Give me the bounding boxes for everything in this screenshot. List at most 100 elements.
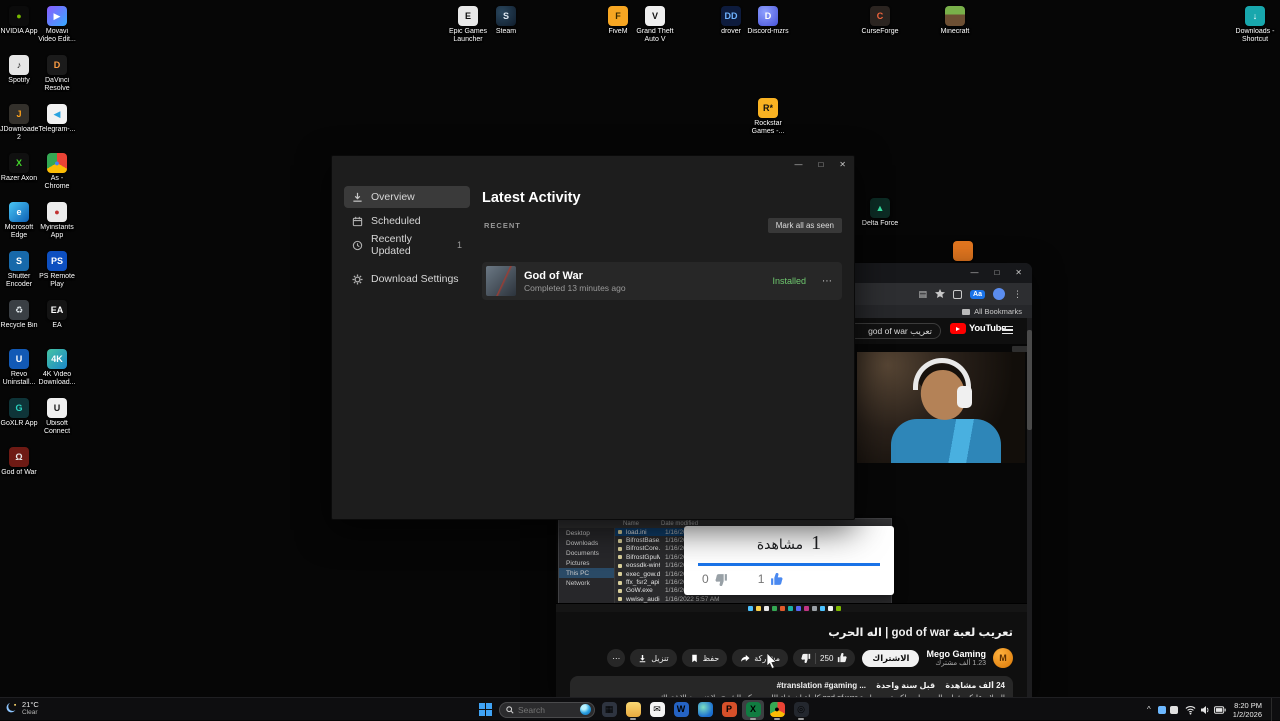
all-bookmarks-button[interactable]: All Bookmarks (974, 307, 1022, 316)
desktop-icon[interactable]: C CurseForge (857, 6, 903, 36)
minimize-icon[interactable]: — (794, 161, 802, 169)
tray-app-icon[interactable] (1170, 706, 1178, 714)
activity-row[interactable]: God of War Completed 13 minutes ago Inst… (482, 262, 842, 300)
video-taskbar-icon (764, 606, 769, 611)
desktop-icon-label: Shutter Encoder (0, 273, 38, 288)
download-button[interactable]: تنزيل (630, 649, 676, 667)
side-panel-icon[interactable]: ▤ (919, 289, 928, 300)
file-name: GoW.exe (626, 587, 660, 594)
like-thumb-icon[interactable] (837, 653, 847, 663)
close-icon[interactable]: ✕ (1015, 269, 1022, 277)
channel-avatar[interactable]: M (993, 648, 1013, 668)
extensions-puzzle-icon[interactable] (953, 290, 962, 299)
taskbar-app-icon[interactable] (694, 700, 716, 720)
channel-info[interactable]: Mego Gaming 1.23 ألف مشترك (926, 649, 986, 667)
taskbar-app-icon[interactable]: ● (766, 700, 788, 720)
row-menu-icon[interactable]: ⋯ (822, 276, 832, 287)
description-hashtags[interactable]: #translation #gaming ... (777, 681, 866, 690)
desktop-icon[interactable]: ● NVIDIA App (0, 6, 38, 55)
desktop-icon-glyph: X (16, 159, 22, 168)
desktop-icon[interactable]: Minecraft (932, 6, 978, 36)
sidebar-item-download-settings[interactable]: Download Settings (344, 268, 470, 290)
desktop-icon[interactable]: V Grand Theft Auto V (632, 6, 678, 43)
taskbar-app-icon[interactable]: ◎ (790, 700, 812, 720)
desktop-icon-glyph: J (16, 110, 21, 119)
desktop-icon[interactable]: X Razer Axon (0, 153, 38, 202)
desktop-icon-glyph: C (877, 12, 884, 21)
desktop-icon[interactable]: ♪ Spotify (0, 55, 38, 104)
sidebar-item-recently-updated[interactable]: Recently Updated 1 (344, 234, 470, 256)
desktop-icon-image: EA (47, 300, 67, 320)
more-actions-button[interactable]: ⋯ (607, 649, 625, 667)
youtube-logo[interactable]: YouTube (950, 323, 1006, 334)
start-button[interactable] (474, 700, 496, 720)
desktop-icon[interactable]: R* Rockstar Games -... (745, 98, 791, 135)
headphones-earcup (957, 386, 972, 408)
page-scrollbar[interactable] (1027, 318, 1032, 697)
desktop-icon-image (953, 241, 973, 261)
weather-widget[interactable]: 21°C Clear (5, 700, 39, 717)
app-icon-image: P (722, 702, 737, 717)
desktop-icon[interactable]: S Steam (483, 6, 529, 36)
desktop-icon-grid: ● NVIDIA App ♪ Spotify J JDownloader 2 X… (0, 6, 76, 496)
desktop-icon[interactable]: PS PS Remote Play (38, 251, 76, 300)
save-button[interactable]: حفظ (682, 649, 728, 667)
desktop-icon[interactable]: e Microsoft Edge (0, 202, 38, 251)
clock-widget[interactable]: 8:20 PM 1/2/2026 (1233, 701, 1262, 719)
taskbar-app-icon[interactable]: P (718, 700, 740, 720)
desktop-icon[interactable]: ▲ Delta Force (857, 198, 903, 228)
desktop-icon[interactable]: U Ubisoft Connect (38, 398, 76, 447)
mark-all-as-seen-button[interactable]: Mark all as seen (768, 218, 842, 233)
dislike-thumb-icon[interactable] (801, 653, 811, 663)
desktop-icon[interactable]: ♻ Recycle Bin (0, 300, 38, 349)
desktop-icon[interactable]: J JDownloader 2 (0, 104, 38, 153)
taskbar-search-input[interactable] (518, 705, 576, 715)
desktop-icon[interactable]: 4K 4K Video Download... (38, 349, 76, 398)
tray-app-icon[interactable] (1158, 706, 1166, 714)
description-box[interactable]: 24 ألف مشاهدة قبل سنة واحدة #translation… (570, 676, 1013, 697)
desktop-icon[interactable]: Ω God of War (0, 447, 38, 496)
browser-menu-icon[interactable]: ⋮ (1013, 289, 1022, 300)
desktop-icon[interactable] (940, 241, 986, 263)
like-dislike-pill[interactable]: 250 (793, 649, 855, 667)
desktop-icon[interactable]: ▶ Movavi Video Edit... (38, 6, 76, 55)
desktop-icon[interactable]: ● As - Chrome (38, 153, 76, 202)
taskbar-app-icon[interactable]: X (742, 700, 764, 720)
view-stats-popup: 1 مشاهدة 0 1 (684, 526, 894, 595)
desktop-icon[interactable]: S Shutter Encoder (0, 251, 38, 300)
desktop-icon[interactable]: G GoXLR App (0, 398, 38, 447)
desktop-icon[interactable]: D Discord-mzrs (745, 6, 791, 36)
taskbar-app-icon[interactable]: ✉ (646, 700, 668, 720)
taskbar-app-icon[interactable]: ▦ (598, 700, 620, 720)
show-desktop-sliver[interactable] (1271, 698, 1274, 721)
sidebar-item-scheduled[interactable]: Scheduled (344, 210, 470, 232)
sidebar-item-overview[interactable]: Overview (344, 186, 470, 208)
maximize-icon[interactable]: □ (818, 161, 823, 169)
desktop-icon[interactable]: ◀ Telegram-... (38, 104, 76, 153)
reading-mode-badge[interactable]: Aa (970, 290, 985, 299)
desktop-icon[interactable]: ● Myinstants App (38, 202, 76, 251)
desktop-icon-image: DD (721, 6, 741, 26)
like-count-label: 250 (820, 654, 833, 663)
taskbar-search-box[interactable] (499, 702, 595, 718)
tray-system-icons[interactable] (1185, 705, 1226, 715)
taskbar-app-icon[interactable] (622, 700, 644, 720)
desktop-icon-glyph: ♻ (15, 306, 23, 315)
bookmark-star-icon[interactable] (935, 289, 945, 299)
profile-avatar[interactable] (993, 288, 1005, 300)
maximize-icon[interactable]: □ (994, 269, 999, 277)
desktop-icon[interactable]: EA EA (38, 300, 76, 349)
desktop-icon[interactable]: ↓ Downloads - Shortcut (1232, 6, 1278, 43)
minimize-icon[interactable]: — (970, 269, 978, 277)
desktop-icon[interactable]: U Revo Uninstall... (0, 349, 38, 398)
subscribe-button[interactable]: الاشتراك (862, 650, 919, 667)
close-icon[interactable]: ✕ (839, 161, 846, 169)
taskbar-app-icon[interactable]: W (670, 700, 692, 720)
video-meta-row: M Mego Gaming 1.23 ألف مشترك الاشتراك ⋯ … (570, 648, 1013, 668)
share-button[interactable]: مشاركة (732, 649, 788, 667)
scrollbar-thumb[interactable] (1027, 330, 1032, 430)
tray-chevron-icon[interactable]: ^ (1147, 705, 1151, 714)
hamburger-menu-icon[interactable] (1002, 326, 1013, 336)
desktop-icon[interactable]: D DaVinci Resolve (38, 55, 76, 104)
desktop-icon-glyph: Ω (15, 453, 22, 462)
